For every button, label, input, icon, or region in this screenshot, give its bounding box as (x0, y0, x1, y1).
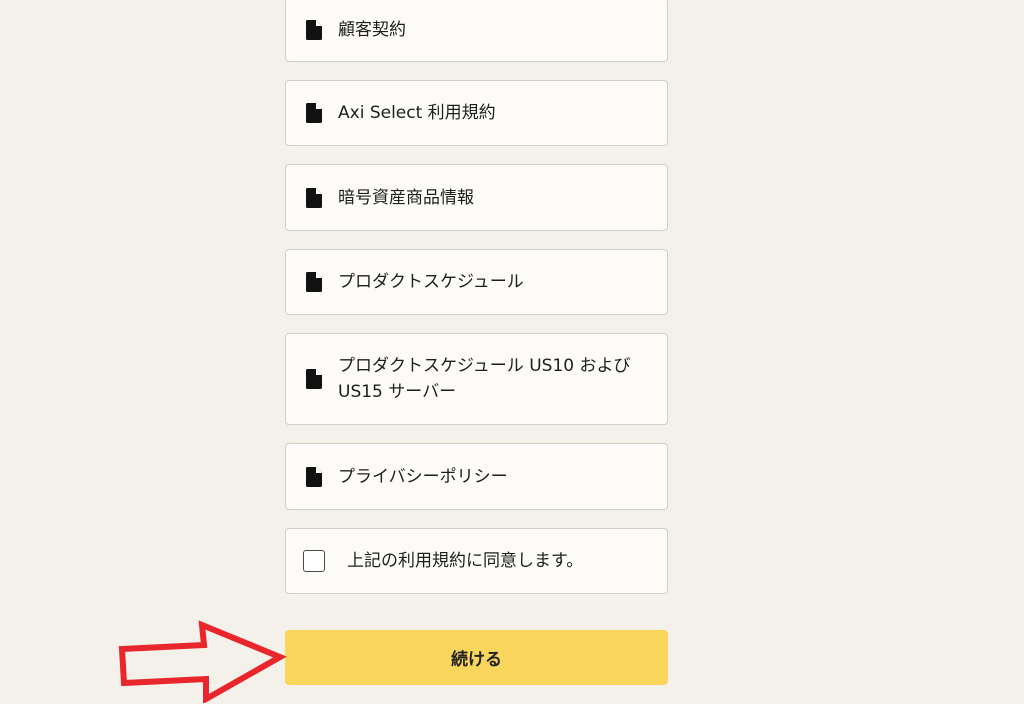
document-label-line1: プロダクトスケジュール US10 および (338, 356, 631, 376)
document-icon (306, 187, 326, 208)
document-link-product-schedule-us10-us15[interactable]: プロダクトスケジュール US10 および US15 サーバー (285, 333, 668, 425)
document-label: プライバシーポリシー (338, 466, 508, 487)
document-label: プロダクトスケジュール US10 および US15 サーバー (338, 353, 630, 405)
document-link-crypto-product-info[interactable]: 暗号資産商品情報 (285, 164, 668, 231)
document-link-product-schedule[interactable]: プロダクトスケジュール (285, 249, 668, 315)
document-link-axi-select-terms[interactable]: Axi Select 利用規約 (285, 80, 668, 146)
agreement-label: 上記の利用規約に同意します。 (347, 551, 584, 571)
document-link-customer-agreement[interactable]: 顧客契約 (285, 0, 668, 62)
document-label: Axi Select 利用規約 (338, 103, 496, 123)
document-icon (306, 103, 326, 123)
continue-button[interactable]: 続ける (285, 630, 668, 685)
agreement-row: 上記の利用規約に同意します。 (285, 528, 668, 594)
document-icon (306, 272, 326, 292)
document-label: 顧客契約 (338, 20, 406, 40)
annotation-arrow-icon (118, 620, 287, 703)
document-link-privacy-policy[interactable]: プライバシーポリシー (285, 443, 668, 510)
document-label: プロダクトスケジュール (338, 272, 524, 292)
document-label: 暗号資産商品情報 (338, 187, 474, 208)
document-icon (306, 369, 326, 389)
document-icon (306, 20, 326, 40)
agreement-checkbox[interactable] (303, 550, 325, 572)
document-label-line2: US15 サーバー (338, 382, 457, 402)
document-icon (306, 466, 326, 487)
